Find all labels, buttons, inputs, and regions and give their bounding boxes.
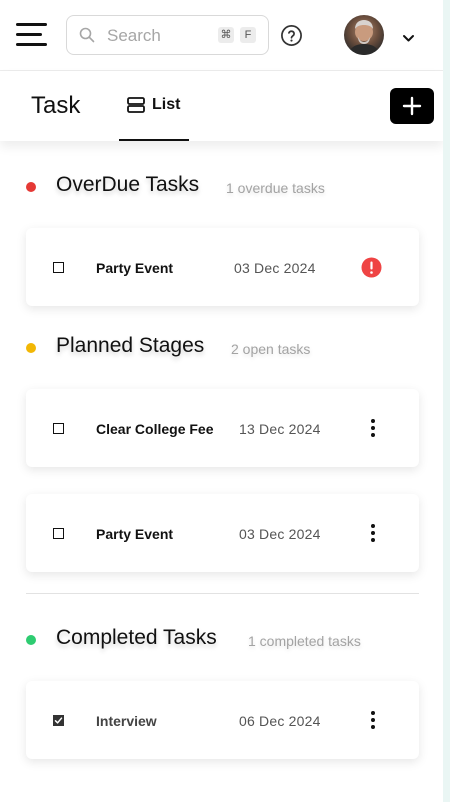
task-checkbox[interactable] bbox=[53, 262, 64, 273]
search-box[interactable]: ⌘ F bbox=[66, 15, 269, 55]
planned-section-header: Planned Stages 2 open tasks bbox=[0, 334, 443, 364]
page-title: Task bbox=[31, 92, 81, 119]
planned-status-dot bbox=[26, 343, 36, 353]
completed-section-header: Completed Tasks 1 completed tasks bbox=[0, 626, 443, 656]
plus-icon bbox=[402, 96, 422, 121]
search-icon bbox=[79, 27, 95, 48]
task-checkbox-checked[interactable] bbox=[53, 715, 64, 726]
more-vertical-icon[interactable] bbox=[370, 418, 376, 443]
top-bar: ⌘ F bbox=[0, 0, 443, 71]
task-card-planned-2[interactable]: Party Event 03 Dec 2024 bbox=[26, 494, 419, 572]
app-root: ⌘ F Task bbox=[0, 0, 443, 802]
completed-count: 1 completed tasks bbox=[248, 633, 361, 649]
menu-icon[interactable] bbox=[16, 23, 47, 47]
planned-section-title: Planned Stages bbox=[56, 334, 205, 357]
task-checkbox[interactable] bbox=[53, 423, 64, 434]
chevron-down-icon[interactable] bbox=[402, 30, 415, 48]
alert-icon bbox=[361, 257, 382, 283]
search-input[interactable] bbox=[107, 25, 212, 47]
completed-section-title: Completed Tasks bbox=[56, 626, 217, 649]
list-icon bbox=[127, 97, 145, 118]
task-date: 03 Dec 2024 bbox=[239, 526, 321, 542]
overdue-count: 1 overdue tasks bbox=[226, 180, 325, 196]
planned-count: 2 open tasks bbox=[231, 341, 311, 357]
task-date: 06 Dec 2024 bbox=[239, 713, 321, 729]
completed-status-dot bbox=[26, 635, 36, 645]
tab-list-label: List bbox=[152, 96, 181, 113]
section-divider bbox=[26, 593, 419, 594]
task-name: Clear College Fee bbox=[96, 421, 214, 437]
avatar[interactable] bbox=[344, 15, 384, 55]
task-checkbox[interactable] bbox=[53, 528, 64, 539]
tab-list[interactable]: List bbox=[119, 71, 189, 141]
task-name: Party Event bbox=[96, 526, 174, 542]
task-card-planned-1[interactable]: Clear College Fee 13 Dec 2024 bbox=[26, 389, 419, 467]
more-vertical-icon[interactable] bbox=[370, 710, 376, 735]
overdue-status-dot bbox=[26, 182, 36, 192]
task-date: 03 Dec 2024 bbox=[234, 260, 316, 276]
page-header: Task List bbox=[0, 71, 443, 141]
help-icon[interactable] bbox=[280, 24, 303, 52]
task-date: 13 Dec 2024 bbox=[239, 421, 321, 437]
more-vertical-icon[interactable] bbox=[370, 523, 376, 548]
overdue-section-header: OverDue Tasks 1 overdue tasks bbox=[0, 173, 443, 203]
task-name: Interview bbox=[96, 713, 157, 729]
task-card-overdue-1[interactable]: Party Event 03 Dec 2024 bbox=[26, 228, 419, 306]
shortcut-key-cmd: ⌘ bbox=[218, 27, 234, 43]
task-card-completed-1[interactable]: Interview 06 Dec 2024 bbox=[26, 681, 419, 759]
add-task-button[interactable] bbox=[390, 88, 434, 124]
task-name: Party Event bbox=[96, 260, 174, 276]
scroll-edge bbox=[443, 0, 450, 802]
shortcut-key-f: F bbox=[240, 27, 256, 43]
overdue-section-title: OverDue Tasks bbox=[56, 173, 200, 196]
